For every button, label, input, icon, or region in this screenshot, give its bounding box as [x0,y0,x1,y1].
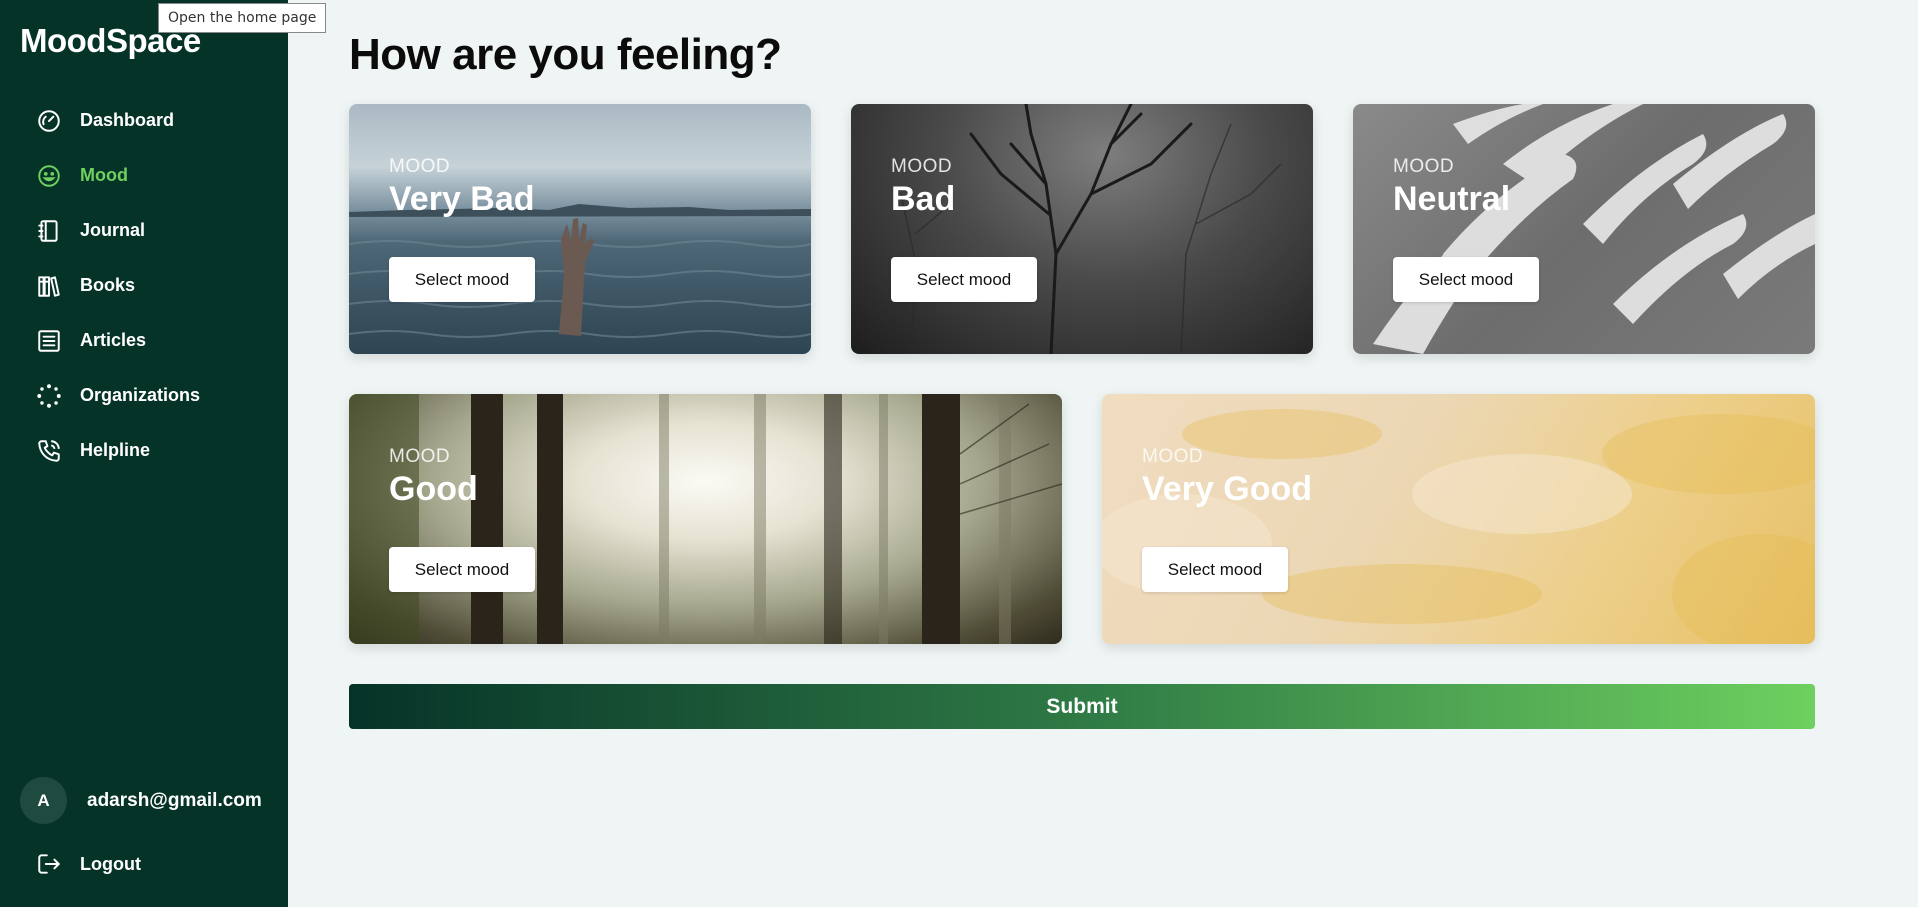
avatar: A [20,777,67,824]
mood-eyebrow: MOOD [389,156,451,177]
submit-button[interactable]: Submit [349,684,1815,729]
mood-eyebrow: MOOD [1142,446,1204,467]
user-profile[interactable]: A adarsh@gmail.com [20,777,262,824]
mood-title: Very Bad [389,180,535,218]
page-title: How are you feeling? [349,30,782,79]
sidebar-item-label: Articles [80,330,147,350]
dots-grid-icon [36,383,62,409]
sidebar: MoodSpace Dashboard Mood Journal Books A… [0,0,288,907]
mood-eyebrow: MOOD [891,156,953,177]
mood-card-very-bad: MOOD Very Bad Select mood [349,104,811,354]
sidebar-item-label: Books [80,275,136,295]
mood-title: Good [389,470,478,508]
books-icon [36,273,62,299]
mood-card-neutral: MOOD Neutral Select mood [1353,104,1815,354]
mood-eyebrow: MOOD [1393,156,1455,177]
good-background-image [349,394,1062,644]
mood-card-very-good: MOOD Very Good Select mood [1102,394,1815,644]
sidebar-item-dashboard[interactable]: Dashboard [36,93,200,148]
tooltip: Open the home page [158,3,327,33]
mood-card-good: MOOD Good Select mood [349,394,1062,644]
logout-label: Logout [80,853,141,874]
dashboard-gauge-icon [36,108,62,134]
smiley-face-icon [36,163,62,189]
sidebar-item-label: Organizations [80,385,201,405]
select-mood-button-very-bad[interactable]: Select mood [389,257,535,302]
bad-background-image [851,104,1313,354]
mood-title: Bad [891,180,956,218]
very-good-background-image [1102,394,1815,644]
sidebar-item-books[interactable]: Books [36,258,200,313]
articles-list-icon [36,328,62,354]
mood-title: Very Good [1142,470,1313,508]
mood-title: Neutral [1393,180,1511,218]
sidebar-item-articles[interactable]: Articles [36,313,200,368]
logout-icon [36,851,62,877]
select-mood-button-neutral[interactable]: Select mood [1393,257,1539,302]
select-mood-button-very-good[interactable]: Select mood [1142,547,1288,592]
user-email: adarsh@gmail.com [87,789,262,811]
very-bad-background-image [349,104,811,354]
sidebar-item-journal[interactable]: Journal [36,203,200,258]
sidebar-item-label: Dashboard [80,110,175,130]
mood-card-bad: MOOD Bad Select mood [851,104,1313,354]
sidebar-item-label: Mood [80,165,128,185]
mood-eyebrow: MOOD [389,446,451,467]
select-mood-button-bad[interactable]: Select mood [891,257,1037,302]
sidebar-item-helpline[interactable]: Helpline [36,423,200,478]
sidebar-item-mood[interactable]: Mood [36,148,200,203]
sidebar-item-label: Helpline [80,440,151,460]
journal-notebook-icon [36,218,62,244]
logout-button[interactable]: Logout [36,851,141,877]
sidebar-item-label: Journal [80,220,146,240]
neutral-background-image [1353,104,1815,354]
select-mood-button-good[interactable]: Select mood [389,547,535,592]
sidebar-item-organizations[interactable]: Organizations [36,368,200,423]
phone-icon [36,438,62,464]
sidebar-nav: Dashboard Mood Journal Books Articles Or… [36,93,200,478]
